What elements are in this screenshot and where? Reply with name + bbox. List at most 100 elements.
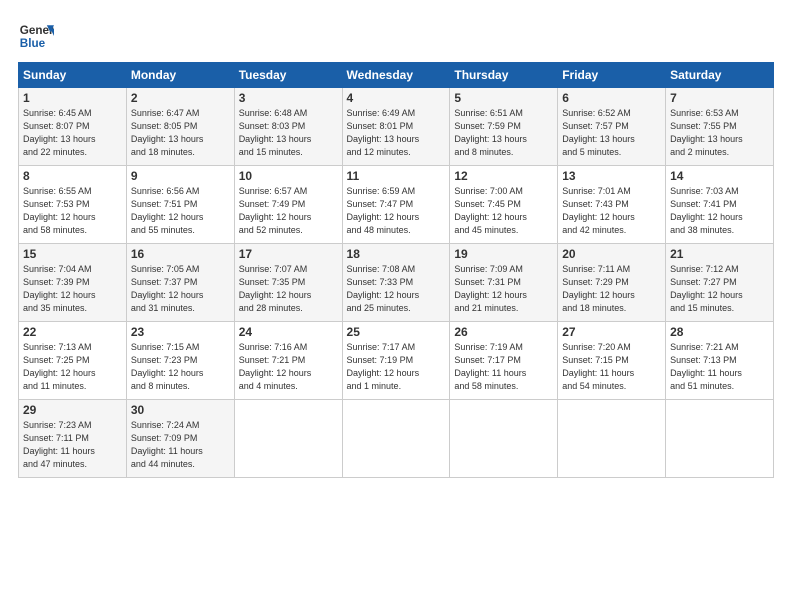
day-info: Sunrise: 6:57 AM Sunset: 7:49 PM Dayligh…	[239, 185, 338, 237]
day-info: Sunrise: 7:17 AM Sunset: 7:19 PM Dayligh…	[347, 341, 446, 393]
day-number: 6	[562, 91, 661, 105]
day-number: 11	[347, 169, 446, 183]
day-number: 15	[23, 247, 122, 261]
day-cell: 25 Sunrise: 7:17 AM Sunset: 7:19 PM Dayli…	[342, 322, 450, 400]
day-info: Sunrise: 6:51 AM Sunset: 7:59 PM Dayligh…	[454, 107, 553, 159]
day-number: 27	[562, 325, 661, 339]
day-number: 25	[347, 325, 446, 339]
day-number: 20	[562, 247, 661, 261]
day-info: Sunrise: 6:59 AM Sunset: 7:47 PM Dayligh…	[347, 185, 446, 237]
day-number: 16	[131, 247, 230, 261]
day-number: 29	[23, 403, 122, 417]
page-header: General Blue	[18, 18, 774, 54]
day-cell	[666, 400, 774, 478]
day-cell: 16 Sunrise: 7:05 AM Sunset: 7:37 PM Dayli…	[126, 244, 234, 322]
day-cell: 15 Sunrise: 7:04 AM Sunset: 7:39 PM Dayli…	[19, 244, 127, 322]
weekday-header-saturday: Saturday	[666, 63, 774, 88]
day-cell: 3 Sunrise: 6:48 AM Sunset: 8:03 PM Daylig…	[234, 88, 342, 166]
day-cell: 8 Sunrise: 6:55 AM Sunset: 7:53 PM Daylig…	[19, 166, 127, 244]
day-info: Sunrise: 7:15 AM Sunset: 7:23 PM Dayligh…	[131, 341, 230, 393]
day-number: 1	[23, 91, 122, 105]
day-info: Sunrise: 6:47 AM Sunset: 8:05 PM Dayligh…	[131, 107, 230, 159]
day-cell: 19 Sunrise: 7:09 AM Sunset: 7:31 PM Dayli…	[450, 244, 558, 322]
day-info: Sunrise: 6:48 AM Sunset: 8:03 PM Dayligh…	[239, 107, 338, 159]
weekday-header-friday: Friday	[558, 63, 666, 88]
day-info: Sunrise: 7:21 AM Sunset: 7:13 PM Dayligh…	[670, 341, 769, 393]
logo: General Blue	[18, 18, 54, 54]
day-number: 30	[131, 403, 230, 417]
day-cell: 10 Sunrise: 6:57 AM Sunset: 7:49 PM Dayli…	[234, 166, 342, 244]
day-number: 17	[239, 247, 338, 261]
day-cell: 22Sunrise: 7:13 AM Sunset: 7:25 PM Dayli…	[19, 322, 127, 400]
day-info: Sunrise: 7:00 AM Sunset: 7:45 PM Dayligh…	[454, 185, 553, 237]
day-cell: 29 Sunrise: 7:23 AM Sunset: 7:11 PM Dayli…	[19, 400, 127, 478]
day-cell: 7 Sunrise: 6:53 AM Sunset: 7:55 PM Daylig…	[666, 88, 774, 166]
day-cell: 24 Sunrise: 7:16 AM Sunset: 7:21 PM Dayli…	[234, 322, 342, 400]
day-info: Sunrise: 7:11 AM Sunset: 7:29 PM Dayligh…	[562, 263, 661, 315]
day-info: Sunrise: 7:13 AM Sunset: 7:25 PM Dayligh…	[23, 341, 122, 393]
day-cell: 18 Sunrise: 7:08 AM Sunset: 7:33 PM Dayli…	[342, 244, 450, 322]
day-cell: 20 Sunrise: 7:11 AM Sunset: 7:29 PM Dayli…	[558, 244, 666, 322]
day-info: Sunrise: 6:49 AM Sunset: 8:01 PM Dayligh…	[347, 107, 446, 159]
day-number: 13	[562, 169, 661, 183]
day-number: 18	[347, 247, 446, 261]
weekday-header-wednesday: Wednesday	[342, 63, 450, 88]
day-info: Sunrise: 7:16 AM Sunset: 7:21 PM Dayligh…	[239, 341, 338, 393]
logo-icon: General Blue	[18, 18, 54, 54]
week-row-3: 15 Sunrise: 7:04 AM Sunset: 7:39 PM Dayli…	[19, 244, 774, 322]
day-cell	[342, 400, 450, 478]
day-number: 14	[670, 169, 769, 183]
day-number: 24	[239, 325, 338, 339]
weekday-header-monday: Monday	[126, 63, 234, 88]
day-cell: 13 Sunrise: 7:01 AM Sunset: 7:43 PM Dayli…	[558, 166, 666, 244]
day-cell: 30 Sunrise: 7:24 AM Sunset: 7:09 PM Dayli…	[126, 400, 234, 478]
day-number: 19	[454, 247, 553, 261]
day-number: 5	[454, 91, 553, 105]
day-info: Sunrise: 7:07 AM Sunset: 7:35 PM Dayligh…	[239, 263, 338, 315]
day-number: 3	[239, 91, 338, 105]
day-cell	[450, 400, 558, 478]
day-cell: 4 Sunrise: 6:49 AM Sunset: 8:01 PM Daylig…	[342, 88, 450, 166]
day-info: Sunrise: 7:09 AM Sunset: 7:31 PM Dayligh…	[454, 263, 553, 315]
day-cell: 1Sunrise: 6:45 AM Sunset: 8:07 PM Daylig…	[19, 88, 127, 166]
day-number: 26	[454, 325, 553, 339]
day-cell	[558, 400, 666, 478]
weekday-header-sunday: Sunday	[19, 63, 127, 88]
day-number: 28	[670, 325, 769, 339]
week-row-4: 22Sunrise: 7:13 AM Sunset: 7:25 PM Dayli…	[19, 322, 774, 400]
day-number: 7	[670, 91, 769, 105]
day-cell: 9Sunrise: 6:56 AM Sunset: 7:51 PM Daylig…	[126, 166, 234, 244]
week-row-5: 29 Sunrise: 7:23 AM Sunset: 7:11 PM Dayli…	[19, 400, 774, 478]
weekday-header-thursday: Thursday	[450, 63, 558, 88]
day-info: Sunrise: 6:56 AM Sunset: 7:51 PM Dayligh…	[131, 185, 230, 237]
day-number: 21	[670, 247, 769, 261]
weekday-header-row: SundayMondayTuesdayWednesdayThursdayFrid…	[19, 63, 774, 88]
day-cell: 6 Sunrise: 6:52 AM Sunset: 7:57 PM Daylig…	[558, 88, 666, 166]
day-info: Sunrise: 7:05 AM Sunset: 7:37 PM Dayligh…	[131, 263, 230, 315]
day-info: Sunrise: 7:20 AM Sunset: 7:15 PM Dayligh…	[562, 341, 661, 393]
day-number: 23	[131, 325, 230, 339]
day-cell: 14 Sunrise: 7:03 AM Sunset: 7:41 PM Dayli…	[666, 166, 774, 244]
day-cell: 11 Sunrise: 6:59 AM Sunset: 7:47 PM Dayli…	[342, 166, 450, 244]
day-number: 2	[131, 91, 230, 105]
calendar-table: SundayMondayTuesdayWednesdayThursdayFrid…	[18, 62, 774, 478]
day-number: 10	[239, 169, 338, 183]
day-cell: 23 Sunrise: 7:15 AM Sunset: 7:23 PM Dayli…	[126, 322, 234, 400]
day-info: Sunrise: 7:24 AM Sunset: 7:09 PM Dayligh…	[131, 419, 230, 471]
day-number: 12	[454, 169, 553, 183]
day-info: Sunrise: 7:04 AM Sunset: 7:39 PM Dayligh…	[23, 263, 122, 315]
day-info: Sunrise: 7:03 AM Sunset: 7:41 PM Dayligh…	[670, 185, 769, 237]
day-cell: 5 Sunrise: 6:51 AM Sunset: 7:59 PM Daylig…	[450, 88, 558, 166]
day-info: Sunrise: 7:23 AM Sunset: 7:11 PM Dayligh…	[23, 419, 122, 471]
day-info: Sunrise: 6:52 AM Sunset: 7:57 PM Dayligh…	[562, 107, 661, 159]
day-info: Sunrise: 6:53 AM Sunset: 7:55 PM Dayligh…	[670, 107, 769, 159]
day-info: Sunrise: 6:55 AM Sunset: 7:53 PM Dayligh…	[23, 185, 122, 237]
day-cell: 17 Sunrise: 7:07 AM Sunset: 7:35 PM Dayli…	[234, 244, 342, 322]
day-cell: 26 Sunrise: 7:19 AM Sunset: 7:17 PM Dayli…	[450, 322, 558, 400]
day-info: Sunrise: 7:19 AM Sunset: 7:17 PM Dayligh…	[454, 341, 553, 393]
day-number: 8	[23, 169, 122, 183]
day-info: Sunrise: 7:01 AM Sunset: 7:43 PM Dayligh…	[562, 185, 661, 237]
day-number: 4	[347, 91, 446, 105]
day-info: Sunrise: 7:08 AM Sunset: 7:33 PM Dayligh…	[347, 263, 446, 315]
day-cell	[234, 400, 342, 478]
